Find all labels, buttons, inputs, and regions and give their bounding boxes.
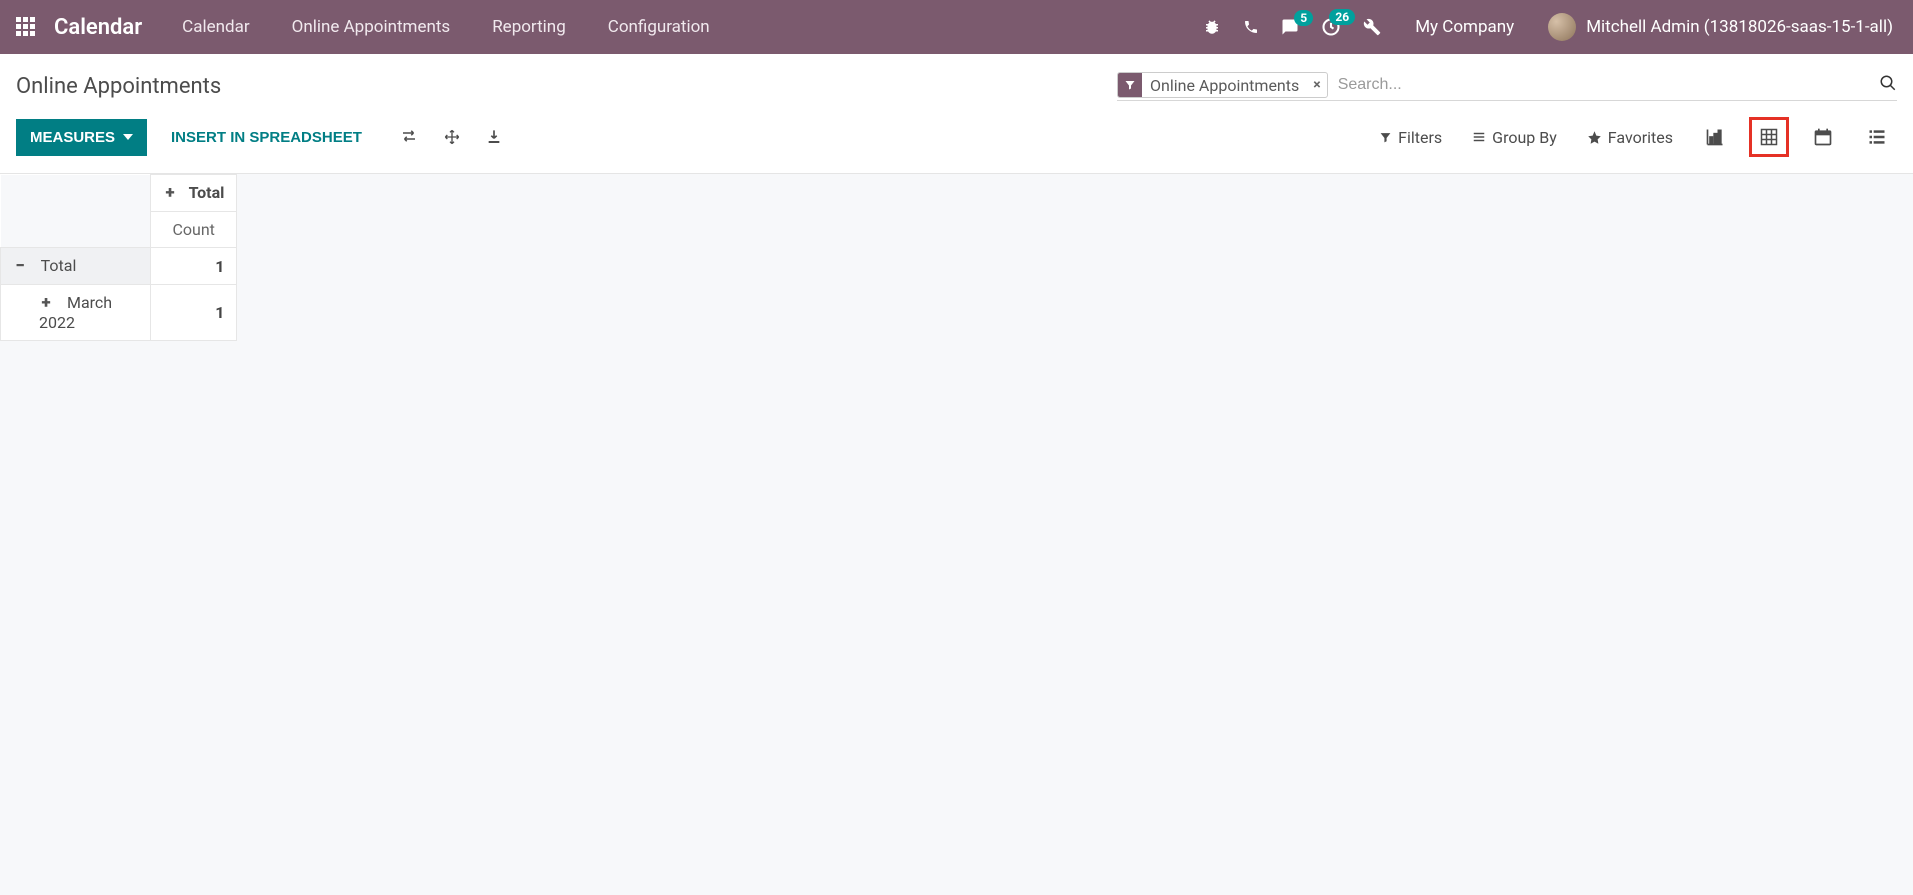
pivot-tool-icons <box>400 129 502 145</box>
expand-icon[interactable]: + <box>163 183 177 203</box>
pivot-col-header[interactable]: + Total <box>151 175 237 212</box>
top-navbar: Calendar Calendar Online Appointments Re… <box>0 0 1913 54</box>
avatar <box>1548 13 1576 41</box>
pivot-row-march-2022: + March 2022 1 <box>1 285 237 341</box>
phone-icon[interactable] <box>1243 19 1259 35</box>
filter-icon <box>1118 73 1142 97</box>
user-name: Mitchell Admin (13818026-saas-15-1-all) <box>1586 17 1893 37</box>
view-list-button[interactable] <box>1857 117 1897 157</box>
pivot-row-total: − Total 1 <box>1 248 237 285</box>
tools-icon[interactable] <box>1363 18 1381 36</box>
flip-axis-icon[interactable] <box>400 129 418 145</box>
col-header-label: Total <box>189 183 225 202</box>
pivot-view: + Total Count − Total 1 + March 2022 <box>0 174 1913 341</box>
collapse-icon[interactable]: − <box>13 256 27 276</box>
control-panel: Online Appointments Online Appointments … <box>0 54 1913 174</box>
insert-spreadsheet-button[interactable]: INSERT IN SPREADSHEET <box>157 119 376 156</box>
filters-label: Filters <box>1398 128 1442 147</box>
pivot-table: + Total Count − Total 1 + March 2022 <box>0 174 237 341</box>
view-graph-button[interactable] <box>1695 117 1735 157</box>
messages-badge: 5 <box>1294 10 1313 26</box>
pivot-cell: 1 <box>151 285 237 341</box>
search-icon[interactable] <box>1879 74 1897 96</box>
nav-reporting[interactable]: Reporting <box>492 17 566 37</box>
view-switcher <box>1695 117 1897 157</box>
search-bar: Online Appointments × <box>1117 72 1897 101</box>
view-pivot-button[interactable] <box>1749 117 1789 157</box>
group-by-button[interactable]: Group By <box>1472 128 1557 147</box>
app-brand[interactable]: Calendar <box>54 15 142 40</box>
nav-online-appointments[interactable]: Online Appointments <box>292 17 451 37</box>
nav-configuration[interactable]: Configuration <box>608 17 710 37</box>
apps-icon[interactable] <box>16 17 36 37</box>
measures-button[interactable]: MEASURES <box>16 119 147 156</box>
facet-remove[interactable]: × <box>1307 73 1326 97</box>
group-by-label: Group By <box>1492 128 1557 147</box>
expand-all-icon[interactable] <box>444 129 460 145</box>
expand-icon[interactable]: + <box>39 293 53 313</box>
messages-icon[interactable]: 5 <box>1281 18 1299 36</box>
user-menu[interactable]: Mitchell Admin (13818026-saas-15-1-all) <box>1548 13 1893 41</box>
favorites-button[interactable]: Favorites <box>1587 128 1673 147</box>
nav-calendar[interactable]: Calendar <box>182 17 249 37</box>
pivot-cell: 1 <box>151 248 237 285</box>
download-icon[interactable] <box>486 129 502 145</box>
favorites-label: Favorites <box>1608 128 1673 147</box>
view-calendar-button[interactable] <box>1803 117 1843 157</box>
pivot-row-header[interactable]: + March 2022 <box>1 285 151 341</box>
search-options: Filters Group By Favorites <box>1379 128 1673 147</box>
systray: 5 26 My Company Mitchell Admin (13818026… <box>1203 13 1893 41</box>
activities-badge: 26 <box>1329 9 1355 25</box>
filters-button[interactable]: Filters <box>1379 128 1442 147</box>
pivot-measure-header: Count <box>151 212 237 248</box>
activities-icon[interactable]: 26 <box>1321 17 1341 37</box>
caret-down-icon <box>123 134 133 140</box>
company-name[interactable]: My Company <box>1415 17 1514 37</box>
pivot-row-header[interactable]: − Total <box>1 248 151 285</box>
search-facet: Online Appointments × <box>1117 72 1328 98</box>
search-input[interactable] <box>1336 75 1869 95</box>
page-title: Online Appointments <box>16 74 221 99</box>
facet-label: Online Appointments <box>1142 73 1307 97</box>
measures-label: MEASURES <box>30 129 115 146</box>
debug-icon[interactable] <box>1203 18 1221 36</box>
row-label: Total <box>41 256 77 275</box>
